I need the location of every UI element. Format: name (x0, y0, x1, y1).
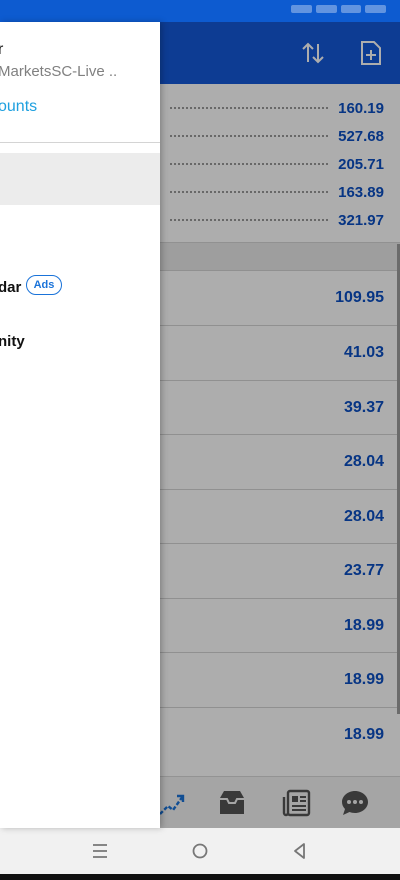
screen-bottom-edge (0, 874, 400, 880)
ads-badge: Ads (26, 275, 62, 295)
drawer-item-selected[interactable] (0, 153, 160, 205)
back-icon[interactable] (290, 841, 310, 861)
drawer-item-calendar[interactable]: dar (0, 279, 21, 296)
drawer-item-community[interactable]: nity (0, 333, 25, 350)
navigation-drawer: r MarketsSC-Live .. ounts dar Ads nity (0, 22, 160, 828)
system-navigation-bar (0, 828, 400, 874)
status-bar (0, 0, 400, 22)
menu-icon[interactable] (90, 841, 110, 861)
manage-accounts-link[interactable]: ounts (0, 98, 37, 116)
account-server: MarketsSC-Live .. (0, 63, 118, 80)
home-icon[interactable] (190, 841, 210, 861)
divider (0, 142, 160, 143)
account-name[interactable]: r (0, 41, 3, 59)
status-icons (291, 5, 386, 13)
